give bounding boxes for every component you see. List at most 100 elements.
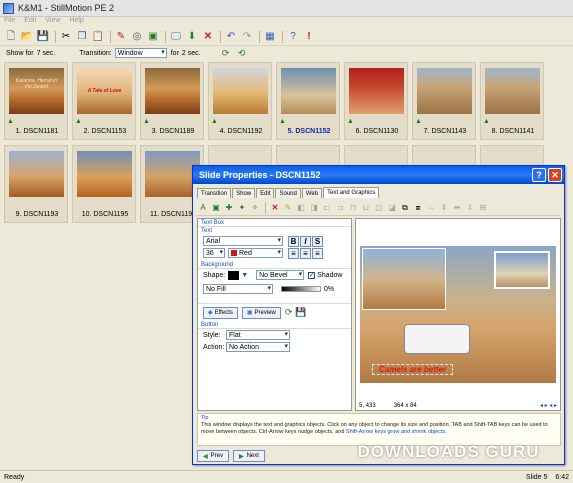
transparency-slider[interactable] bbox=[281, 286, 321, 292]
transition-select[interactable]: Window bbox=[114, 48, 167, 58]
tab-text-and-graphics[interactable]: Text and Graphics bbox=[323, 187, 380, 198]
font-size-select[interactable]: 36 bbox=[203, 248, 225, 258]
size-height-icon[interactable]: ⇕ bbox=[438, 202, 450, 214]
shadow-checkbox[interactable]: ✓ bbox=[308, 271, 316, 279]
align-left-text-icon[interactable]: ≡ bbox=[288, 247, 299, 259]
slide-thumbnail[interactable]: ▲ 7. DSCN1143 bbox=[412, 62, 476, 140]
save-settings-icon[interactable]: 💾 bbox=[295, 307, 306, 318]
open-icon[interactable]: 📂 bbox=[20, 30, 34, 44]
next-button[interactable]: ▶ Next bbox=[232, 450, 265, 462]
menu-help[interactable]: Help bbox=[69, 17, 83, 28]
inset-photo-right[interactable] bbox=[494, 251, 550, 289]
align-bottom-icon[interactable]: ◪ bbox=[386, 202, 398, 214]
help-icon[interactable]: ? bbox=[286, 30, 300, 44]
wand-icon[interactable]: ✎ bbox=[282, 202, 294, 214]
align-left-icon[interactable]: ⊏ bbox=[321, 202, 333, 214]
align-top-icon[interactable]: ⊔ bbox=[360, 202, 372, 214]
add-shape-icon[interactable]: ✚ bbox=[223, 202, 235, 214]
bevel-select[interactable]: No Bevel bbox=[256, 270, 305, 280]
toolbar-separator bbox=[265, 201, 266, 214]
menu-edit[interactable]: Edit bbox=[24, 17, 36, 28]
align-right-text-icon[interactable]: ≡ bbox=[312, 247, 323, 259]
caption-text-box[interactable]: Camels are better bbox=[372, 364, 454, 375]
align-right-icon[interactable]: ⊓ bbox=[347, 202, 359, 214]
properties-icon[interactable]: ✎ bbox=[114, 30, 128, 44]
show-for-value[interactable]: 7 sec. bbox=[37, 50, 56, 57]
slide-thumbnail[interactable]: ▲ 4. DSCN1192 bbox=[208, 62, 272, 140]
add-button-icon[interactable]: ✦ bbox=[236, 202, 248, 214]
screen-icon[interactable]: 🖵 bbox=[169, 30, 183, 44]
color-select[interactable]: Red bbox=[228, 248, 283, 258]
close-button[interactable]: ✕ bbox=[548, 168, 562, 182]
shadow-text-button[interactable]: S bbox=[312, 235, 323, 247]
apply-all-icon[interactable]: ⟳ bbox=[219, 46, 233, 60]
slide-thumbnail[interactable]: 9. DSCN1193 bbox=[4, 145, 68, 223]
add-text-icon[interactable]: A bbox=[197, 202, 209, 214]
zoom-controls-icon[interactable]: ◂ ▸ ◂ ▸ bbox=[540, 402, 557, 409]
tab-edit[interactable]: Edit bbox=[256, 188, 275, 198]
prev-button[interactable]: ◀ Prev bbox=[197, 450, 229, 462]
font-select[interactable]: Arial bbox=[203, 236, 283, 246]
style-select[interactable]: Flat bbox=[226, 330, 290, 340]
slide-thumbnail[interactable]: ▲ 3. DSCN1189 bbox=[140, 62, 204, 140]
space-v-icon[interactable]: ⇳ bbox=[464, 202, 476, 214]
import-icon[interactable]: ⬇ bbox=[185, 30, 199, 44]
refresh-icon[interactable]: ⟳ bbox=[285, 307, 293, 318]
style-row: Style: Flat bbox=[198, 329, 351, 341]
bring-front-icon[interactable]: ◧ bbox=[295, 202, 307, 214]
copy-icon[interactable]: ❐ bbox=[75, 30, 89, 44]
add-effect-icon[interactable]: ✧ bbox=[249, 202, 261, 214]
add-image-icon[interactable]: ▣ bbox=[210, 202, 222, 214]
slide-thumbnail[interactable]: ▲ 8. DSCN1141 bbox=[480, 62, 544, 140]
shape-swatch[interactable] bbox=[228, 270, 240, 280]
tab-web[interactable]: Web bbox=[301, 188, 323, 198]
delete-icon[interactable]: ✕ bbox=[201, 30, 215, 44]
inset-photo-left[interactable] bbox=[362, 248, 446, 310]
group-icon[interactable]: ⧉ bbox=[399, 202, 411, 214]
menu-file[interactable]: File bbox=[4, 17, 15, 28]
fill-select[interactable]: No Fill bbox=[203, 284, 273, 294]
slide-thumbnail[interactable]: Katarina, Hamdi in the Desert ▲ 1. DSCN1… bbox=[4, 62, 68, 140]
for-value[interactable]: 2 sec. bbox=[182, 50, 201, 57]
center-icon[interactable]: ⊞ bbox=[477, 202, 489, 214]
preview-button[interactable]: ▣ Preview bbox=[241, 306, 281, 319]
slide-image bbox=[145, 68, 200, 114]
redo-icon[interactable]: ↷ bbox=[240, 30, 254, 44]
align-middle-icon[interactable]: ◫ bbox=[373, 202, 385, 214]
slide-thumbnail[interactable]: 10. DSCN1195 bbox=[72, 145, 136, 223]
undo-icon[interactable]: ↶ bbox=[224, 30, 238, 44]
effects-button[interactable]: ◆ Effects bbox=[203, 306, 238, 319]
slide-thumbnail-selected[interactable]: ▲ 5. DSCN1152 bbox=[276, 62, 340, 140]
slide-thumbnail[interactable]: A Tale of Love ▲ 2. DSCN1153 bbox=[72, 62, 136, 140]
tab-transition[interactable]: Transition bbox=[197, 188, 232, 198]
save-icon[interactable]: 💾 bbox=[36, 30, 50, 44]
tab-show[interactable]: Show bbox=[232, 188, 256, 198]
tab-sound[interactable]: Sound bbox=[275, 188, 301, 198]
action-select[interactable]: No Action bbox=[226, 342, 290, 352]
menu-view[interactable]: View bbox=[45, 17, 60, 28]
view-icon[interactable]: ▦ bbox=[263, 30, 277, 44]
next-label: Next bbox=[246, 453, 259, 459]
slide-canvas[interactable]: Camels are better bbox=[360, 246, 556, 383]
slide-thumbnail[interactable]: ▲ 6. DSCN1130 bbox=[344, 62, 408, 140]
paste-icon[interactable]: 📋 bbox=[91, 30, 105, 44]
align-center-text-icon[interactable]: ≡ bbox=[300, 247, 311, 259]
delete-object-icon[interactable]: ✕ bbox=[269, 202, 281, 214]
new-icon[interactable]: 🗋 bbox=[4, 30, 18, 44]
burn-icon[interactable]: ◎ bbox=[130, 30, 144, 44]
align-center-icon[interactable]: ⊐ bbox=[334, 202, 346, 214]
bold-button[interactable]: B bbox=[288, 235, 299, 247]
italic-button[interactable]: I bbox=[300, 235, 311, 247]
space-h-icon[interactable]: ⇹ bbox=[451, 202, 463, 214]
cut-icon[interactable]: ✂ bbox=[59, 30, 73, 44]
preview-icon[interactable]: ▣ bbox=[146, 30, 160, 44]
help-button[interactable]: ? bbox=[532, 168, 546, 182]
dialog-toolbar: A ▣ ✚ ✦ ✧ ✕ ✎ ◧ ◨ ⊏ ⊐ ⊓ ⊔ ◫ ◪ ⧉ ⧈ ⇔ ⇕ ⇹ … bbox=[197, 200, 561, 216]
background-group-label: Background bbox=[198, 261, 351, 269]
apply-icon[interactable]: ⟲ bbox=[235, 46, 249, 60]
ungroup-icon[interactable]: ⧈ bbox=[412, 202, 424, 214]
info-icon[interactable]: ! bbox=[302, 30, 316, 44]
shape-dropdown-icon[interactable]: ▼ bbox=[241, 272, 248, 279]
size-width-icon[interactable]: ⇔ bbox=[425, 202, 437, 214]
send-back-icon[interactable]: ◨ bbox=[308, 202, 320, 214]
